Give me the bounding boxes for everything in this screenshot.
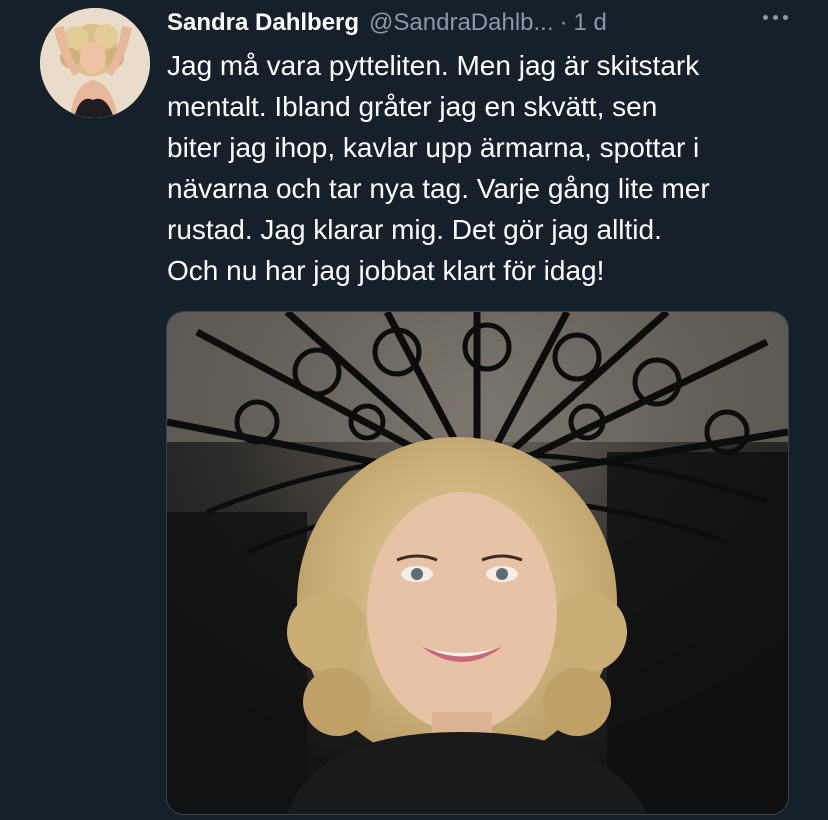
tweet-header: Sandra Dahlberg @SandraDahlb... · 1 d bbox=[167, 6, 812, 40]
tweet-text-line: Jag må vara pytteliten. Men jag är skits… bbox=[167, 50, 700, 81]
selfie-photo bbox=[167, 312, 788, 814]
timestamp[interactable]: 1 d bbox=[574, 9, 607, 37]
author-name[interactable]: Sandra Dahlberg bbox=[167, 9, 359, 37]
tweet-media-photo[interactable] bbox=[166, 311, 789, 815]
more-horizontal-icon[interactable] bbox=[763, 0, 788, 34]
tweet-text-line: Och nu har jag jobbat klart för idag! bbox=[167, 255, 605, 286]
separator-dot: · bbox=[559, 9, 568, 36]
tweet-text-line: mentalt. Ibland gråter jag en skvätt, se… bbox=[167, 91, 658, 122]
avatar-image bbox=[40, 8, 150, 118]
tweet-text: Jag må vara pytteliten. Men jag är skits… bbox=[167, 45, 807, 291]
tweet-text-line: nävarna och tar nya tag. Varje gång lite… bbox=[167, 173, 710, 204]
tweet[interactable]: Sandra Dahlberg @SandraDahlb... · 1 d Ja… bbox=[0, 0, 828, 820]
tweet-text-line: rustad. Jag klarar mig. Det gör jag allt… bbox=[167, 214, 662, 245]
avatar[interactable] bbox=[40, 8, 150, 118]
tweet-text-line: biter jag ihop, kavlar upp ärmarna, spot… bbox=[167, 132, 700, 163]
author-handle[interactable]: @SandraDahlb... bbox=[369, 9, 553, 37]
